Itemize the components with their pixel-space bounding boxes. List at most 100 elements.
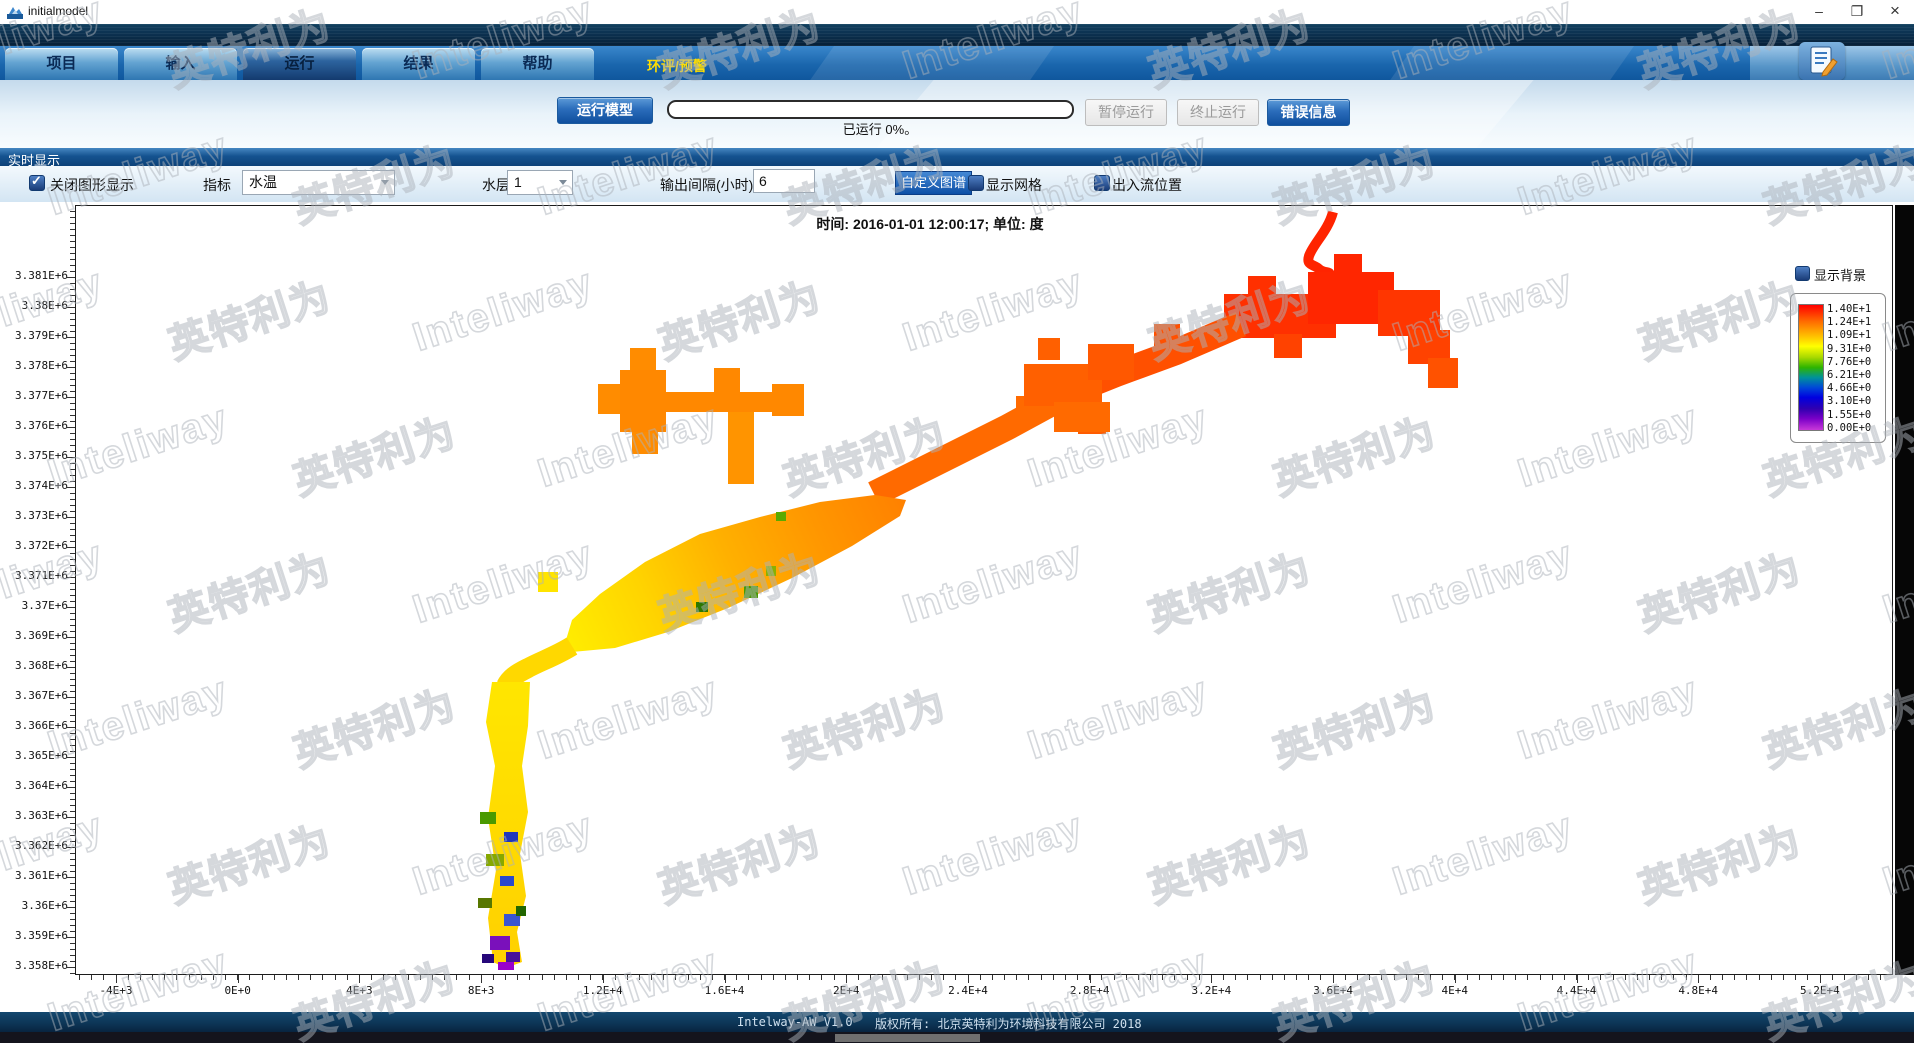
inout-flow-checkbox[interactable]: [1094, 175, 1110, 191]
y-minor-tick: [70, 781, 75, 782]
y-minor-tick: [70, 811, 75, 812]
y-minor-tick: [70, 613, 75, 614]
chevron-down-icon: [559, 180, 567, 185]
y-minor-tick: [70, 265, 75, 266]
y-minor-tick: [70, 715, 75, 716]
x-minor-tick: [1150, 975, 1151, 980]
plot-area: 时间: 2016-01-01 12:00:17; 单位: 度: [0, 202, 1914, 1012]
indicator-select-value: 水温: [249, 174, 277, 190]
y-minor-tick: [70, 439, 75, 440]
y-minor-tick: [70, 757, 75, 758]
pause-run-button[interactable]: 暂停运行: [1085, 99, 1167, 126]
x-tick-label: 1.6E+4: [680, 984, 770, 997]
minimize-button[interactable]: –: [1800, 0, 1838, 24]
y-minor-tick: [70, 307, 75, 308]
y-minor-tick: [70, 661, 75, 662]
plot-right-margin: [1895, 205, 1914, 975]
tab-run[interactable]: 运行: [243, 48, 356, 80]
y-minor-tick: [70, 433, 75, 434]
y-minor-tick: [70, 769, 75, 770]
y-minor-tick: [70, 223, 75, 224]
close-graph-checkbox[interactable]: [29, 175, 45, 191]
x-minor-tick: [1101, 975, 1102, 980]
show-background-checkbox[interactable]: [1795, 266, 1810, 281]
legend-value-label: 0.00E+0: [1827, 422, 1871, 434]
bottom-notch: [835, 1034, 980, 1042]
y-minor-tick: [70, 235, 75, 236]
tab-help[interactable]: 帮助: [481, 48, 594, 80]
y-minor-tick: [70, 565, 75, 566]
x-minor-tick: [1564, 975, 1565, 980]
x-minor-tick: [846, 975, 847, 980]
y-minor-tick: [70, 937, 75, 938]
tab-results[interactable]: 结果: [362, 48, 475, 80]
x-minor-tick: [1625, 975, 1626, 980]
x-minor-tick: [1442, 975, 1443, 980]
y-minor-tick: [70, 505, 75, 506]
x-tick-label: 1.2E+4: [558, 984, 648, 997]
x-minor-tick: [663, 975, 664, 980]
x-minor-tick: [1065, 975, 1066, 980]
x-minor-tick: [1515, 975, 1516, 980]
indicator-select[interactable]: 水温: [242, 170, 395, 195]
y-minor-tick: [70, 553, 75, 554]
y-minor-tick: [70, 535, 75, 536]
y-tick-label: 3.368E+6: [0, 659, 68, 672]
y-minor-tick: [70, 907, 75, 908]
x-minor-tick: [395, 975, 396, 980]
y-minor-tick: [70, 649, 75, 650]
tab-project[interactable]: 项目: [5, 48, 118, 80]
x-minor-tick: [1089, 975, 1090, 980]
x-minor-tick: [335, 975, 336, 980]
x-minor-tick: [128, 975, 129, 980]
x-minor-tick: [1296, 975, 1297, 980]
x-minor-tick: [286, 975, 287, 980]
x-tick-label: 4E+4: [1410, 984, 1500, 997]
y-minor-tick: [70, 829, 75, 830]
y-tick-label: 3.378E+6: [0, 359, 68, 372]
run-model-button[interactable]: 运行模型: [557, 97, 653, 124]
y-minor-tick: [70, 667, 75, 668]
x-minor-tick: [943, 975, 944, 980]
maximize-button[interactable]: ❐: [1838, 0, 1876, 24]
show-grid-checkbox[interactable]: [968, 175, 984, 191]
x-minor-tick: [1381, 975, 1382, 980]
x-minor-tick: [1479, 975, 1480, 980]
x-minor-tick: [529, 975, 530, 980]
x-minor-tick: [870, 975, 871, 980]
y-minor-tick: [70, 529, 75, 530]
x-minor-tick: [651, 975, 652, 980]
x-minor-tick: [225, 975, 226, 980]
x-minor-tick: [1454, 975, 1455, 980]
x-minor-tick: [237, 975, 238, 980]
x-minor-tick: [858, 975, 859, 980]
x-minor-tick: [712, 975, 713, 980]
y-tick-label: 3.37E+6: [0, 599, 68, 612]
y-tick-label: 3.363E+6: [0, 809, 68, 822]
error-info-button[interactable]: 错误信息: [1267, 99, 1350, 126]
y-minor-tick: [70, 595, 75, 596]
y-minor-tick: [70, 373, 75, 374]
x-minor-tick: [1698, 975, 1699, 980]
x-minor-tick: [371, 975, 372, 980]
close-button[interactable]: ×: [1876, 0, 1914, 24]
tab-input[interactable]: 输入: [124, 48, 237, 80]
x-minor-tick: [919, 975, 920, 980]
x-tick-label: 3.6E+4: [1288, 984, 1378, 997]
x-minor-tick: [1710, 975, 1711, 980]
x-minor-tick: [456, 975, 457, 980]
y-minor-tick: [70, 901, 75, 902]
stop-run-button[interactable]: 终止运行: [1177, 99, 1259, 126]
custom-palette-button[interactable]: 自定义图谱: [895, 171, 972, 195]
y-minor-tick: [70, 805, 75, 806]
edit-document-icon[interactable]: [1799, 42, 1845, 80]
output-interval-input[interactable]: [753, 169, 815, 193]
x-minor-tick: [724, 975, 725, 980]
show-background-label: 显示背景: [1814, 265, 1866, 284]
layer-select[interactable]: 1: [507, 170, 573, 195]
y-minor-tick: [70, 955, 75, 956]
y-tick-label: 3.36E+6: [0, 899, 68, 912]
x-minor-tick: [761, 975, 762, 980]
copyright-text: 版权所有: 北京英特利为环境科技有限公司 2018: [875, 1015, 1142, 1032]
title-bar: initialmodel – ❐ ×: [0, 0, 1914, 25]
